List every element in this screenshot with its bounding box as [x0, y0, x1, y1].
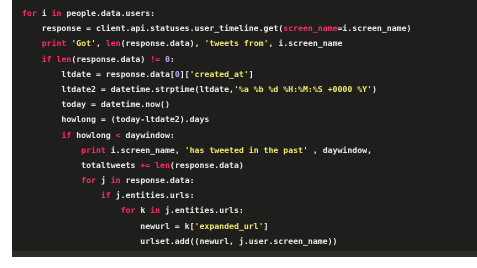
code-token: j [95, 175, 111, 186]
code-token: response.data: [120, 175, 195, 186]
code-token: for [81, 175, 96, 186]
code-line: howlong = (today-ltdate2).days [22, 112, 477, 127]
code-line: ltdate = response.data[0]['created_at'] [22, 67, 477, 82]
code-token: , [95, 38, 106, 49]
code-line: ltdate2 = datetime.strptime(ltdate,'%a %… [22, 82, 477, 97]
code-line: if len(response.data) != 0: [22, 52, 477, 67]
code-line: for k in j.entities.urls: [22, 203, 477, 218]
code-token: (response.data), [120, 38, 205, 49]
code-token: len [155, 159, 170, 170]
code-token: '%a %b %d %H:%M:%S +0000 %Y' [233, 83, 372, 94]
code-token: if [100, 190, 111, 201]
code-token: newurl = k[ [22, 220, 195, 231]
code-token: 'Got' [71, 38, 96, 49]
code-line: totaltweets += len(response.data) [22, 158, 477, 173]
code-token: i.screen_name, [105, 144, 185, 155]
code-token: howlong [71, 129, 116, 140]
code-line: response = client.api.statuses.user_time… [22, 21, 477, 36]
code-token: for [22, 8, 37, 18]
code-token: ] [248, 68, 254, 79]
code-token: 'expanded_url' [194, 220, 264, 231]
code-token: in [150, 205, 161, 216]
code-token: (response.data) [71, 53, 151, 64]
code-line: print 'Got', len(response.data), 'tweets… [22, 36, 477, 51]
code-token: len [56, 53, 72, 64]
code-token: in [110, 175, 121, 186]
code-token: j.entities.urls: [160, 205, 244, 216]
code-token: ][ [179, 68, 190, 79]
code-token: if [61, 129, 72, 140]
code-token: for [120, 205, 136, 216]
code-token: ] [263, 220, 269, 231]
code-line: for j in response.data: [22, 173, 477, 188]
code-line: print i.screen_name, 'has tweeted in the… [22, 143, 477, 158]
code-token: : [169, 53, 175, 64]
code-token: print [41, 38, 67, 49]
code-line: if howlong < daywindow: [22, 128, 477, 143]
code-token: += [140, 159, 151, 170]
code-token: in [51, 8, 62, 18]
code-token: 'created_at' [189, 68, 249, 79]
code-token: != [150, 53, 161, 64]
code-token: len [105, 38, 121, 49]
code-token: response = client.api.statuses.user_time… [22, 23, 284, 34]
code-token: =i.screen_name) [337, 23, 412, 34]
code-block: for i in people.data.users: response = c… [22, 6, 477, 257]
code-token: daywindow: [120, 129, 175, 140]
editor-bottom-bar [12, 251, 477, 257]
code-token: today = datetime.now() [22, 99, 170, 110]
code-line: for i in people.data.users: [22, 6, 477, 21]
code-token: print [81, 144, 106, 155]
code-token: i [36, 8, 52, 18]
code-token: 'tweets from' [204, 38, 269, 49]
code-line: newurl = k['expanded_url'] [22, 219, 477, 234]
code-token: people.data.users: [61, 8, 156, 18]
code-token: 'has tweeted in the past' [184, 144, 308, 155]
code-token: howlong = (today-ltdate2).days [22, 114, 210, 125]
code-token: screen_name [283, 23, 338, 34]
code-line: if j.entities.urls: [22, 188, 477, 203]
code-token: ltdate2 = datetime.strptime(ltdate, [22, 83, 234, 94]
code-token: k [135, 205, 151, 216]
code-token: ) [372, 83, 377, 94]
code-token: , daywindow, [307, 144, 373, 155]
code-line: today = datetime.now() [22, 97, 477, 112]
code-token: (response.data) [169, 159, 244, 170]
code-token: urlset.add((newurl, j.user.screen_name)) [22, 235, 338, 246]
code-editor-screenshot: for i in people.data.users: response = c… [12, 0, 477, 257]
code-token: , i.screen_name [268, 38, 343, 49]
code-token: j.entities.urls: [110, 190, 195, 201]
code-token: if [41, 53, 52, 64]
code-token: totaltweets [22, 159, 141, 170]
code-line: urlset.add((newurl, j.user.screen_name)) [22, 234, 477, 249]
code-token: ltdate = response.data[ [22, 68, 175, 79]
